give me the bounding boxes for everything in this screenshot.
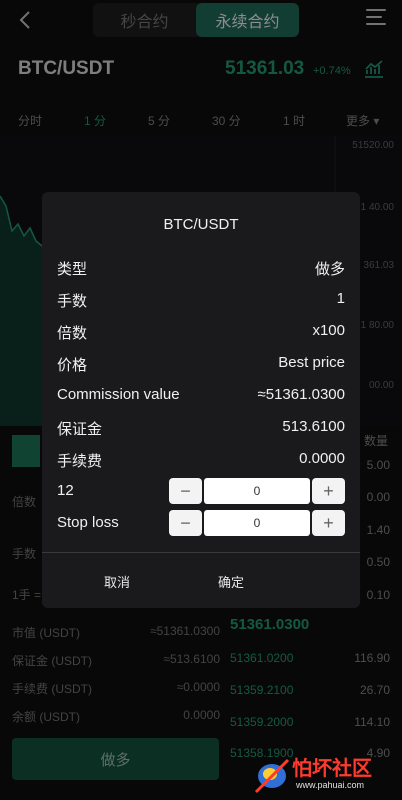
watermark-text: 怕坏社区 [292, 758, 372, 780]
dialog-divider [42, 552, 360, 553]
row-label-margin: 保证金 [57, 421, 103, 438]
row-value-commission: ≈51361.0300 [257, 386, 345, 403]
take-profit-stepper: − 0 + [169, 478, 345, 504]
stop-loss-input[interactable]: 0 [204, 510, 310, 536]
stop-loss-minus-button[interactable]: − [169, 510, 202, 536]
row-label-type: 类型 [57, 261, 88, 278]
row-label-commission: Commission value [57, 386, 180, 403]
take-profit-minus-button[interactable]: − [169, 478, 202, 504]
row-value-leverage: x100 [312, 322, 345, 339]
watermark-url: www.pahuai.com [296, 780, 365, 790]
cancel-button[interactable]: 取消 [104, 572, 130, 591]
stop-loss-plus-button[interactable]: + [312, 510, 345, 536]
row-value-price: Best price [278, 354, 345, 371]
take-profit-input[interactable]: 0 [204, 478, 310, 504]
row-label-leverage: 倍数 [57, 325, 88, 342]
row-label-fee: 手续费 [57, 453, 103, 470]
stop-loss-label: Stop loss [57, 514, 119, 531]
take-profit-plus-button[interactable]: + [312, 478, 345, 504]
dialog-title: BTC/USDT [163, 216, 239, 233]
row-label-lots: 手数 [57, 293, 88, 310]
row-value-lots: 1 [336, 290, 345, 307]
confirm-button[interactable]: 确定 [218, 572, 244, 591]
row-value-type: 做多 [314, 261, 345, 278]
order-confirm-dialog: BTC/USDT 类型 做多 手数 1 倍数 x100 价格 Best pric… [42, 192, 360, 608]
row-value-margin: 513.6100 [282, 418, 345, 435]
row-value-fee: 0.0000 [299, 450, 345, 467]
take-profit-label: 12 [57, 482, 74, 499]
row-label-price: 价格 [57, 357, 88, 374]
stop-loss-stepper: − 0 + [169, 510, 345, 536]
